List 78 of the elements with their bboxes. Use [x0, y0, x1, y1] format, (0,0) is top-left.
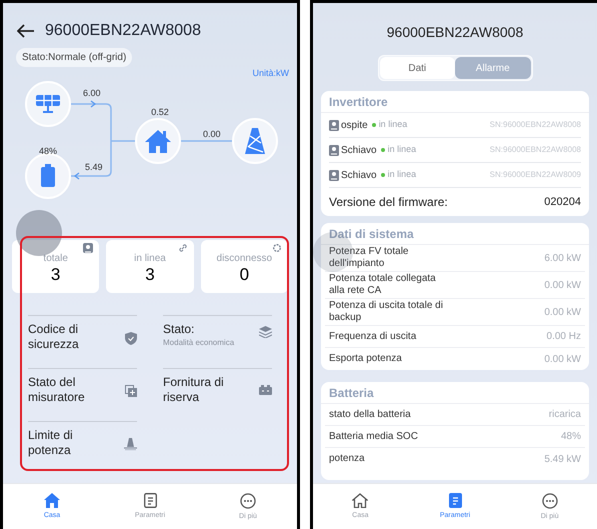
device-status: in linea: [378, 118, 408, 132]
device-role: Schiavo: [341, 144, 377, 158]
person-badge-icon: [83, 243, 94, 253]
power-limit-icon: [124, 438, 137, 450]
stat-value: 3: [145, 265, 155, 285]
menu-item[interactable]: Fornitura di riserva: [163, 368, 272, 421]
device-icon: [329, 144, 339, 156]
row-value: 6.00 kW: [544, 252, 581, 266]
power-value: 6.00: [83, 87, 101, 100]
device-status: in linea: [388, 143, 416, 156]
power-tower-icon: [232, 118, 278, 164]
menu-item[interactable]: Stato del misuratore: [28, 368, 137, 421]
tab[interactable]: Dati: [380, 57, 455, 79]
more-icon: [542, 493, 558, 509]
status-pill: Stato:Normale (off-grid): [16, 48, 132, 67]
device-icon: [329, 120, 339, 130]
more-icon: [240, 493, 256, 509]
stat-label: disconnesso: [216, 253, 272, 265]
row-label: Potenza totale collegata alla rete CA: [329, 273, 437, 297]
menu-sublabel: Modalità economica: [163, 337, 236, 349]
row-label: Esporta potenza: [329, 353, 402, 365]
stat-value: 3: [50, 265, 60, 285]
house-icon: [352, 493, 368, 508]
row-label: Frequenza di uscita: [329, 330, 416, 342]
row-value: ricarica: [548, 408, 581, 422]
power-value: 5.49: [85, 161, 103, 174]
row-value: 0.00 Hz: [546, 330, 581, 344]
serial-number: SN:96000EBN22AW8008: [490, 119, 581, 131]
menu-label: Fornitura di riserva: [163, 375, 225, 405]
menu-label: Limite di potenza: [28, 428, 74, 458]
menu-label: Stato:: [163, 322, 196, 337]
house-icon: [44, 493, 60, 508]
menu-label: Codice di sicurezza: [28, 322, 80, 352]
row-label: Potenza di uscita totale di backup: [329, 300, 444, 324]
firmware-label: Versione del firmware:: [329, 194, 448, 211]
row-label: Potenza FV totale dell'impianto: [329, 246, 410, 270]
section-title: Dati di sistema: [321, 223, 589, 245]
house-icon: [135, 118, 181, 164]
section-title: Invertitore: [321, 91, 589, 113]
screen-title: 96000EBN22AW8008: [45, 21, 201, 41]
solar-panel-icon: [25, 81, 71, 127]
document-icon: [448, 493, 462, 508]
serial-number: SN:96000EBN22AW8008: [490, 144, 581, 156]
menu-item[interactable]: Codice di sicurezza: [28, 315, 137, 368]
row-label: Batteria media SOC: [329, 430, 418, 442]
document-icon: [144, 493, 156, 508]
row-label: stato della batteria: [329, 408, 411, 420]
link-icon: [178, 243, 188, 253]
layers-icon: [259, 326, 272, 338]
power-value: 0.52: [151, 106, 169, 119]
copy-plus-icon: [125, 385, 137, 397]
back-button[interactable]: [17, 23, 37, 39]
serial-number: SN:96000EBN22AW8009: [490, 169, 581, 181]
row-label: potenza: [329, 453, 365, 465]
device-icon: [329, 170, 339, 180]
menu-item[interactable]: Stato: Modalità economica: [163, 315, 272, 368]
device-role: Schiavo: [341, 168, 377, 182]
stat-value: 0: [240, 265, 250, 285]
row-value: 0.00 kW: [544, 278, 581, 292]
battery-icon: [25, 153, 71, 199]
menu-item[interactable]: Limite di potenza: [28, 421, 137, 474]
shield-check-icon: [125, 332, 137, 345]
row-value: 48%: [560, 430, 581, 444]
menu-label: Stato del misuratore: [28, 375, 86, 405]
stat-label: in linea: [134, 253, 166, 265]
battery-terminals-icon: [259, 385, 272, 395]
row-value: 0.00 kW: [544, 306, 581, 320]
firmware-value: 020204: [544, 194, 581, 210]
section-title: Batteria: [321, 382, 589, 404]
row-value: 5.49 kW: [544, 452, 581, 466]
screen-title: 96000EBN22AW8008: [386, 23, 524, 42]
row-value: 0.00 kW: [544, 352, 581, 366]
battery-percentage: 48%: [39, 145, 57, 158]
device-status: in linea: [388, 168, 416, 182]
unit-label: Unità:kW: [252, 67, 289, 80]
device-role: ospite: [341, 118, 368, 132]
power-value: 0.00: [203, 128, 221, 141]
stat-label: totale: [43, 253, 68, 265]
